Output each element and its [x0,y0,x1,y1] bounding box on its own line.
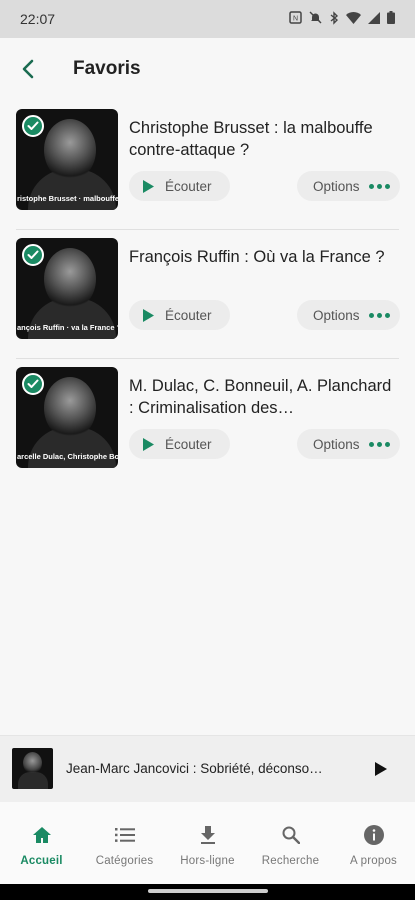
nav-label: Hors-ligne [180,855,235,867]
options-label: Options [313,178,360,194]
list-item: ristophe Brusset · malbouffe contre-atta… [0,100,415,229]
nav-label: Catégories [95,855,154,867]
nav-item-categories[interactable]: Catégories [83,802,166,884]
more-dots-icon [368,441,390,447]
home-icon [31,824,53,846]
episode-thumbnail[interactable]: ançois Ruffin · va la France ? [16,238,118,339]
status-bar: 22:07 N [0,0,415,38]
play-icon [143,179,154,193]
check-icon [22,115,44,137]
mute-icon [309,11,322,27]
episode-title[interactable]: M. Dulac, C. Bonneuil, A. Planchard : Cr… [129,375,399,419]
nav-label: Recherche [261,855,320,867]
nav-item-recherche[interactable]: Recherche [249,802,332,884]
status-icons: N [289,9,395,29]
info-icon [363,824,385,846]
download-icon [197,824,219,846]
check-icon [22,244,44,266]
episode-thumbnail[interactable]: ristophe Brusset · malbouffe contre-atta… [16,109,118,210]
search-icon [280,824,302,846]
options-button[interactable]: Options [297,171,400,201]
list-item: ançois Ruffin · va la France ? François … [0,229,415,358]
episode-thumbnail[interactable]: arcelle Dulac, Christophe Bonneuil et Ad… [16,367,118,468]
chevron-left-icon [22,59,34,79]
nav-item-accueil[interactable]: Accueil [0,802,83,884]
thumbnail-caption: ançois Ruffin · va la France ? [17,323,118,332]
episode-title[interactable]: François Ruffin : Où va la France ? [129,246,399,268]
listen-button[interactable]: Écouter [129,300,230,330]
listen-label: Écouter [165,436,212,452]
nav-label: Accueil [20,855,63,867]
bluetooth-icon [329,10,339,28]
nav-item-hors-ligne[interactable]: Hors-ligne [166,802,249,884]
thumbnail-caption: ristophe Brusset · malbouffe contre-atta… [17,194,118,203]
bottom-navigation: Accueil Catégories Hors-ligne Recherche … [0,802,415,884]
gesture-bar [0,884,415,900]
listen-button[interactable]: Écouter [129,171,230,201]
listen-label: Écouter [165,307,212,323]
list-icon [114,824,136,846]
thumbnail-caption: arcelle Dulac, Christophe Bonneuil et Ad… [17,452,118,461]
gesture-handle[interactable] [148,889,268,893]
listen-button[interactable]: Écouter [129,429,230,459]
wifi-icon [346,11,361,27]
list-item: arcelle Dulac, Christophe Bonneuil et Ad… [0,358,415,487]
more-dots-icon [368,312,390,318]
options-button[interactable]: Options [297,429,400,459]
page-title: Favoris [73,58,141,79]
nav-item-a-propos[interactable]: A propos [332,802,415,884]
player-thumbnail [12,748,53,789]
player-play-button[interactable] [371,759,391,779]
play-icon [375,762,387,776]
listen-label: Écouter [165,178,212,194]
back-button[interactable] [14,55,42,83]
signal-icon [368,11,380,27]
battery-icon [387,11,395,27]
player-title: Jean-Marc Jancovici : Sobriété, déconso… [66,761,323,776]
nfc-icon: N [289,11,302,27]
options-label: Options [313,436,360,452]
more-dots-icon [368,183,390,189]
play-icon [143,437,154,451]
nav-label: A propos [350,855,397,867]
options-button[interactable]: Options [297,300,400,330]
app-bar: Favoris [0,38,415,100]
episode-title[interactable]: Christophe Brusset : la malbouffe contre… [129,117,399,161]
check-icon [22,373,44,395]
favorites-list: ristophe Brusset · malbouffe contre-atta… [0,100,415,487]
status-time: 22:07 [20,11,56,27]
svg-text:N: N [293,16,298,23]
options-label: Options [313,307,360,323]
mini-player[interactable]: Jean-Marc Jancovici : Sobriété, déconso… [0,735,415,802]
play-icon [143,308,154,322]
